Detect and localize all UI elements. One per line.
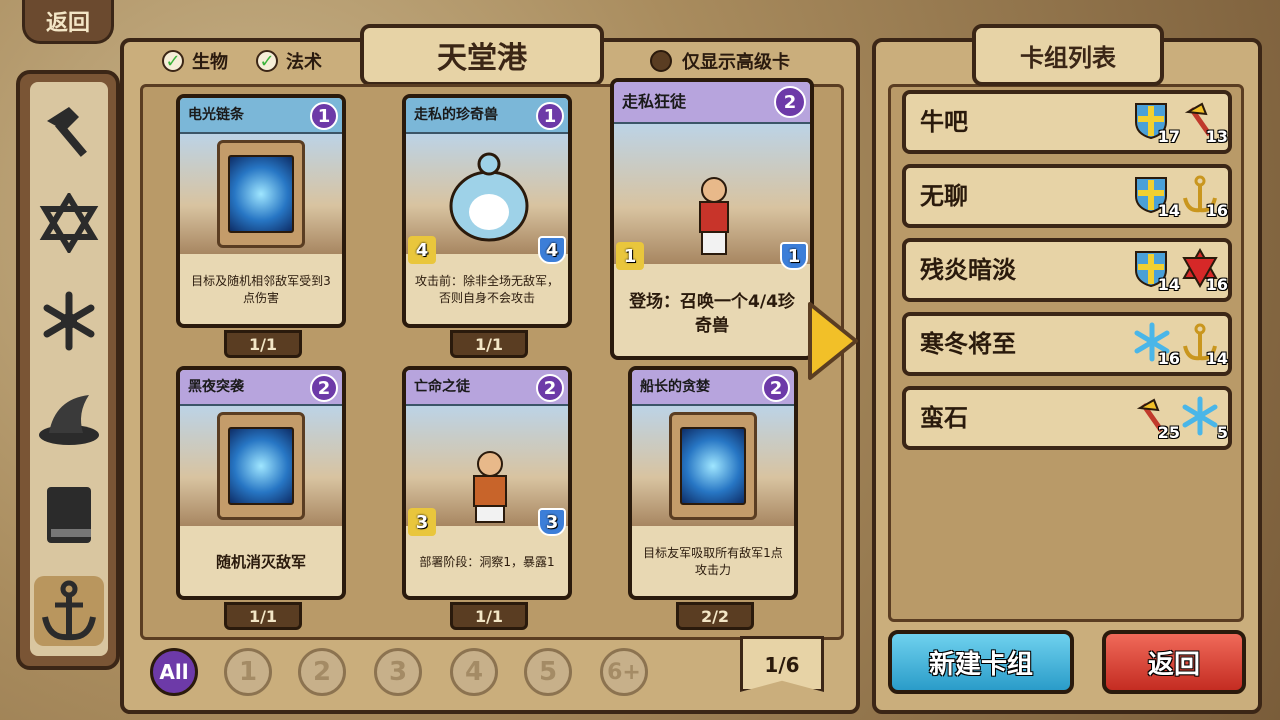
faction-title: 天堂港 <box>360 24 604 86</box>
creature-filter-label: 生物 <box>192 52 228 73</box>
deck-row[interactable]: 无聊 14 16 <box>902 164 1232 228</box>
cost-filter-4[interactable]: 4 <box>450 648 498 696</box>
attack-value: 3 <box>408 508 436 536</box>
creature-check-icon: ✓ <box>162 50 184 72</box>
card-count: 1/1 <box>450 602 528 630</box>
book-category-icon[interactable] <box>34 480 104 550</box>
card-art <box>180 134 342 254</box>
deck-row[interactable]: 牛吧 17 13 <box>902 90 1232 154</box>
card-text: 部署阶段：洞察1，暴露1 <box>419 554 555 569</box>
deck-name: 寒冬将至 <box>920 330 1016 358</box>
hat-category-icon[interactable] <box>34 384 104 454</box>
deck-row[interactable]: 残炎暗淡 14 16 <box>902 238 1232 302</box>
health-value: 1 <box>780 242 808 270</box>
yeti-icon <box>449 152 529 242</box>
card-count: 1/1 <box>224 330 302 358</box>
deck-name: 蛮石 <box>920 404 968 432</box>
card-cost: 2 <box>536 374 564 402</box>
attack-value: 4 <box>408 236 436 264</box>
deck-name: 牛吧 <box>920 108 968 136</box>
spell-filter[interactable]: ✓ 法术 <box>256 48 322 74</box>
card-night-raid[interactable]: 黑夜突袭 2 随机消灭敌军 <box>176 366 346 600</box>
cost-filter-all[interactable]: All <box>150 648 198 696</box>
deck-stat-value: 16 <box>1205 275 1228 294</box>
next-page-arrow-icon[interactable] <box>806 300 860 382</box>
card-text: 攻击前：除非全场无敌军，否则自身不会攻击 <box>414 274 559 305</box>
snowflake-icon: 16 <box>1132 322 1180 368</box>
advanced-only-label: 仅显示高级卡 <box>682 52 790 73</box>
back-button[interactable]: 返回 <box>1102 630 1246 694</box>
spell-scroll-icon <box>669 412 757 520</box>
card-art <box>632 406 794 526</box>
pirate-icon <box>699 177 729 255</box>
deck-stat-value: 16 <box>1157 349 1180 368</box>
desperado-icon <box>473 451 507 523</box>
card-cost: 1 <box>310 102 338 130</box>
card-smuggled-beast[interactable]: 走私的珍奇兽 1 4 4 攻击前：除非全场无敌军，否则自身不会攻击 <box>402 94 572 328</box>
new-deck-button[interactable]: 新建卡组 <box>888 630 1074 694</box>
anchor-icon: 16 <box>1180 174 1228 220</box>
snowflake-icon: 5 <box>1180 396 1228 442</box>
advanced-toggle-icon <box>650 50 672 72</box>
spell-check-icon: ✓ <box>256 50 278 72</box>
anchor-icon: 14 <box>1180 322 1228 368</box>
shield-icon: 14 <box>1132 174 1180 220</box>
card-cost: 2 <box>774 86 806 118</box>
deck-stat-value: 16 <box>1205 201 1228 220</box>
deck-name: 残炎暗淡 <box>920 256 1016 284</box>
axe-icon: 13 <box>1180 100 1228 146</box>
axe-category-icon[interactable] <box>34 96 104 166</box>
card-text: 登场：召唤一个4/4珍奇兽 <box>629 292 795 336</box>
top-back-button[interactable]: 返回 <box>22 0 114 44</box>
anchor-category-icon[interactable] <box>34 576 104 646</box>
deck-name: 无聊 <box>920 182 968 210</box>
deck-row[interactable]: 蛮石 25 5 <box>902 386 1232 450</box>
card-count: 2/2 <box>676 602 754 630</box>
snowflake-category-icon[interactable] <box>34 286 104 356</box>
cost-filter-1[interactable]: 1 <box>224 648 272 696</box>
deck-stat-value: 13 <box>1205 127 1228 146</box>
card-text: 随机消灭敌军 <box>215 552 306 571</box>
card-cost: 1 <box>536 102 564 130</box>
card-text: 目标友军吸取所有敌军1点攻击力 <box>643 546 783 577</box>
deck-row[interactable]: 寒冬将至 16 14 <box>902 312 1232 376</box>
card-count: 1/1 <box>224 602 302 630</box>
deck-stat-value: 17 <box>1157 127 1180 146</box>
deck-stat-value: 14 <box>1157 201 1180 220</box>
advanced-only-toggle[interactable]: 仅显示高级卡 <box>650 48 790 74</box>
cost-filter-3[interactable]: 3 <box>374 648 422 696</box>
card-text: 目标及随机相邻敌军受到3点伤害 <box>191 274 331 305</box>
card-lightning-chain[interactable]: 电光链条 1 目标及随机相邻敌军受到3点伤害 <box>176 94 346 328</box>
axe-icon: 25 <box>1132 396 1180 442</box>
card-desperado[interactable]: 亡命之徒 2 3 3 部署阶段：洞察1，暴露1 <box>402 366 572 600</box>
deck-stat-value: 25 <box>1157 423 1180 442</box>
deck-stat-value: 14 <box>1205 349 1228 368</box>
attack-value: 1 <box>616 242 644 270</box>
spell-scroll-icon <box>217 412 305 520</box>
deck-stat-value: 14 <box>1157 275 1180 294</box>
deck-stat-value: 5 <box>1216 423 1228 442</box>
cost-filter-2[interactable]: 2 <box>298 648 346 696</box>
hexagram-category-icon[interactable] <box>34 188 104 258</box>
cost-filter-5[interactable]: 5 <box>524 648 572 696</box>
health-value: 3 <box>538 508 566 536</box>
shield-icon: 17 <box>1132 100 1180 146</box>
spell-scroll-icon <box>217 140 305 248</box>
card-count: 1/1 <box>450 330 528 358</box>
health-value: 4 <box>538 236 566 264</box>
card-cost: 2 <box>310 374 338 402</box>
creature-filter[interactable]: ✓ 生物 <box>162 48 228 74</box>
deck-list-title: 卡组列表 <box>972 24 1164 86</box>
shield-icon: 14 <box>1132 248 1180 294</box>
card-cost: 2 <box>762 374 790 402</box>
cost-filter-6-plus[interactable]: 6+ <box>600 648 648 696</box>
card-smuggler[interactable]: 走私狂徒 2 1 1 登场：召唤一个4/4珍奇兽 <box>610 78 814 360</box>
card-captains-greed[interactable]: 船长的贪婪 2 目标友军吸取所有敌军1点攻击力 <box>628 366 798 600</box>
card-art <box>180 406 342 526</box>
category-list <box>30 82 108 656</box>
red-star-icon: 16 <box>1180 247 1228 294</box>
category-sidebar <box>16 70 120 670</box>
spell-filter-label: 法术 <box>286 52 322 73</box>
